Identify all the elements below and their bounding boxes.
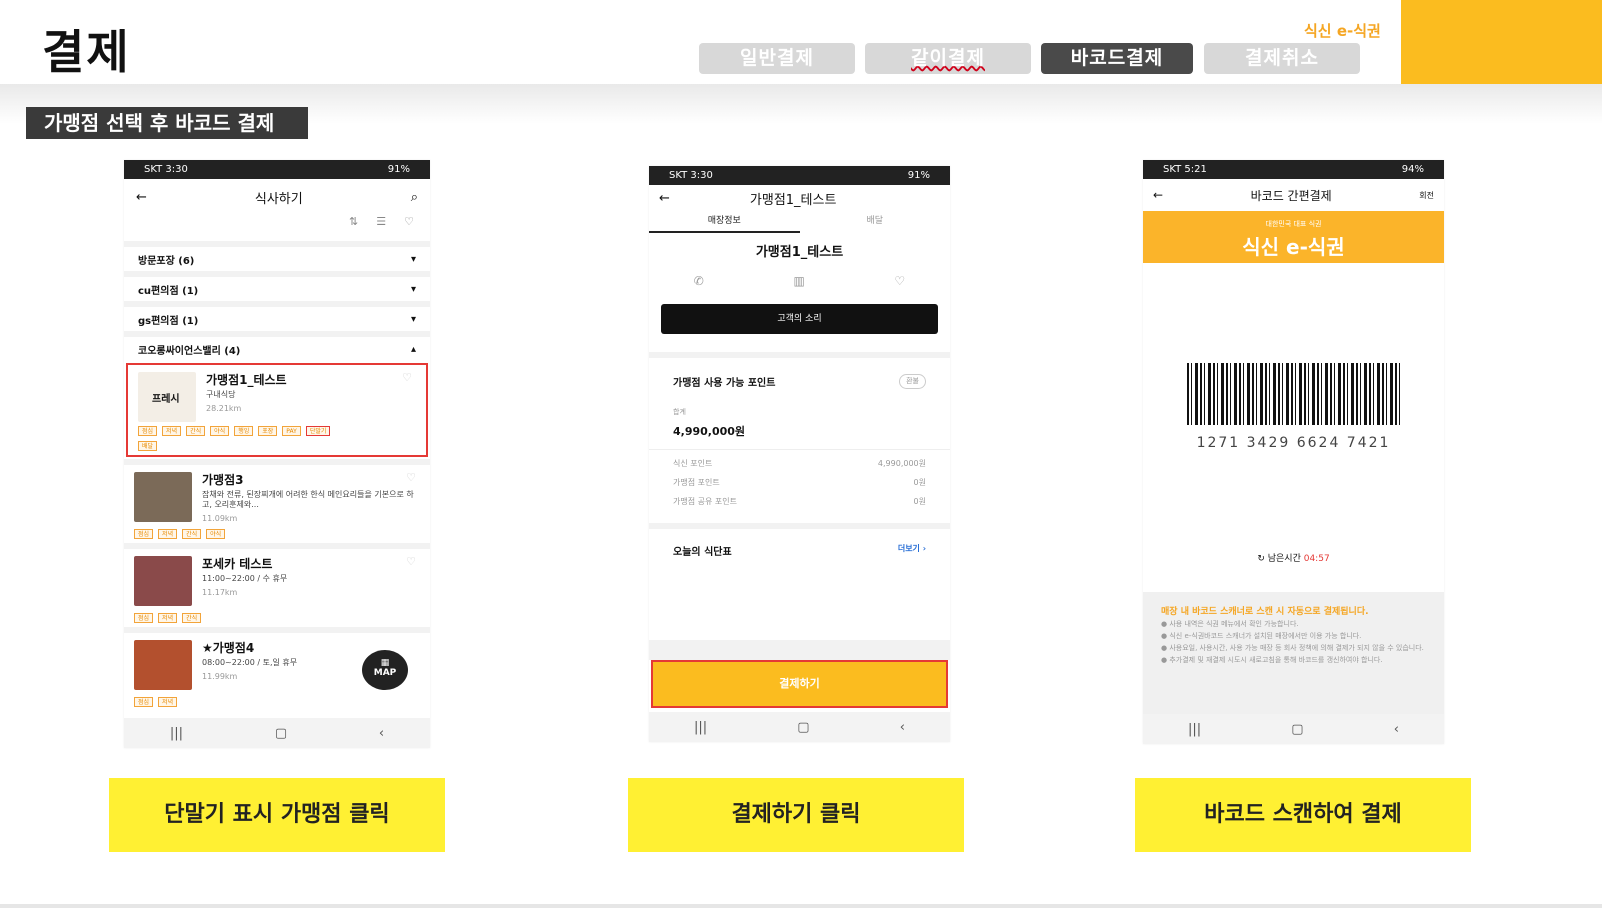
map-icon: ▦ bbox=[380, 658, 390, 668]
store-thumbnail bbox=[134, 556, 192, 606]
tab-delivery[interactable]: 배달 bbox=[800, 211, 951, 233]
refund-badge[interactable]: 환불 bbox=[899, 374, 926, 389]
customer-voice-button[interactable]: 고객의 소리 bbox=[661, 304, 938, 334]
store-thumbnail bbox=[134, 472, 192, 522]
tab-general-payment[interactable]: 일반결제 bbox=[699, 43, 855, 74]
tab-payment-cancel[interactable]: 결제취소 bbox=[1204, 43, 1360, 74]
home-icon[interactable]: ▢ bbox=[275, 726, 287, 741]
map-icon[interactable]: ▥ bbox=[793, 274, 804, 288]
chevron-down-icon: ▾ bbox=[410, 313, 416, 325]
tag-list: 점심 저녁 간식 야식 행잉 포장 PAY 단말기 배달 bbox=[138, 426, 338, 451]
barcode-image bbox=[1186, 363, 1401, 425]
category-row[interactable]: cu편의점 (1) ▾ bbox=[124, 271, 430, 301]
app-header: ← 바코드 간편결제 회전 bbox=[1143, 179, 1444, 211]
heart-icon[interactable]: ♡ bbox=[402, 371, 412, 384]
notice-box: 매장 내 바코드 스캐너로 스캔 시 자동으로 결제됩니다. ● 사용 내역은 … bbox=[1143, 592, 1444, 714]
barcode-number: 1271 3429 6624 7421 bbox=[1196, 435, 1391, 451]
status-bar: SKT 3:30 91% bbox=[649, 166, 950, 185]
step-caption-2: 결제하기 클릭 bbox=[628, 778, 964, 852]
more-link[interactable]: 더보기 › bbox=[898, 543, 926, 558]
app-header: ← 식사하기 ⌕ bbox=[124, 179, 430, 215]
screen-title: 바코드 간편결제 bbox=[1250, 188, 1332, 203]
android-nav-bar: ||| ▢ ‹ bbox=[124, 718, 430, 748]
page-title: 결제 bbox=[42, 25, 131, 79]
search-icon[interactable]: ⌕ bbox=[411, 190, 418, 205]
brand-banner: 대한민국 대표 식권 식신 e-식권 bbox=[1143, 211, 1444, 263]
sort-icon[interactable]: ⇅ bbox=[349, 215, 358, 241]
action-icons: ✆ ▥ ♡ bbox=[649, 274, 950, 288]
tag-list: 점심 저녁 간식 야식 bbox=[134, 529, 334, 539]
app-header: ← 가맹점1_테스트 bbox=[649, 185, 950, 211]
back-arrow-icon[interactable]: ← bbox=[1153, 188, 1163, 202]
phone-screen-store-detail: SKT 3:30 91% ← 가맹점1_테스트 매장정보 배달 가맹점1_테스트 … bbox=[649, 166, 950, 742]
back-arrow-icon[interactable]: ← bbox=[136, 190, 147, 205]
points-row: 가맹점 포인트 0원 bbox=[673, 478, 926, 487]
heart-icon[interactable]: ♡ bbox=[406, 555, 416, 568]
rotate-button[interactable]: 회전 bbox=[1419, 190, 1434, 201]
phone-icon[interactable]: ✆ bbox=[694, 274, 704, 288]
home-icon[interactable]: ▢ bbox=[1291, 722, 1303, 737]
store-thumbnail bbox=[134, 640, 192, 690]
step-caption-3: 바코드 스캔하여 결제 bbox=[1135, 778, 1471, 852]
remaining-time: ↻ 남은시간 04:57 bbox=[1257, 554, 1330, 564]
heart-icon[interactable]: ♡ bbox=[404, 215, 414, 241]
store-item[interactable]: 가맹점3 잡채와 전류, 된장찌개에 어려한 한식 메인요리들을 기본으로 하고… bbox=[124, 459, 430, 543]
store-item[interactable]: 포세카 테스트 11:00~22:00 / 수 휴무 11.17km ♡ 점심 저… bbox=[124, 543, 430, 627]
chevron-up-icon: ▴ bbox=[410, 343, 416, 355]
heart-icon[interactable]: ♡ bbox=[894, 274, 905, 288]
brand-logo: 식신 e-식권 bbox=[1304, 22, 1381, 40]
home-icon[interactable]: ▢ bbox=[797, 720, 809, 735]
map-button[interactable]: ▦ MAP bbox=[362, 650, 408, 690]
pay-button[interactable]: 결제하기 bbox=[651, 660, 948, 708]
screen-title: 가맹점1_테스트 bbox=[749, 192, 837, 208]
refresh-icon[interactable]: ↻ bbox=[1257, 554, 1265, 564]
toolbar: ⇅ ☰ ♡ bbox=[124, 215, 430, 241]
status-bar: SKT 5:21 94% bbox=[1143, 160, 1444, 179]
today-menu-row: 오늘의 식단표 더보기 › bbox=[649, 523, 950, 572]
total-label: 합계 bbox=[673, 408, 686, 416]
tab-barcode-payment[interactable]: 바코드결제 bbox=[1041, 43, 1193, 74]
screen-title: 식사하기 bbox=[254, 191, 303, 207]
android-nav-bar: ||| ▢ ‹ bbox=[1143, 714, 1444, 744]
chevron-down-icon: ▾ bbox=[410, 253, 416, 265]
tab-group-payment[interactable]: 같이결제 bbox=[865, 43, 1031, 74]
divider bbox=[649, 640, 950, 660]
total-value: 4,990,000원 bbox=[673, 425, 746, 438]
heart-icon[interactable]: ♡ bbox=[406, 471, 416, 484]
terminal-tag: 단말기 bbox=[305, 426, 331, 436]
status-bar: SKT 3:30 91% bbox=[124, 160, 430, 179]
store-name: 가맹점1_테스트 bbox=[755, 245, 844, 260]
store-thumbnail: 프레시 bbox=[138, 372, 196, 422]
tag-list: 점심 저녁 bbox=[134, 697, 334, 707]
points-row: 가맹점 공유 포인트 0원 bbox=[673, 497, 926, 506]
corner-accent bbox=[1401, 0, 1602, 84]
android-nav-bar: ||| ▢ ‹ bbox=[649, 712, 950, 742]
points-breakdown: 식신 포인트 4,990,000원 가맹점 포인트 0원 가맹점 공유 포인트 0원 bbox=[649, 449, 950, 515]
category-row[interactable]: 코오롱싸이언스밸리 (4) ▴ bbox=[124, 331, 430, 361]
category-row[interactable]: 방문포장 (6) ▾ bbox=[124, 241, 430, 271]
recent-apps-icon[interactable]: ||| bbox=[170, 726, 183, 741]
footer-divider bbox=[0, 904, 1602, 908]
section-label: 가맹점 선택 후 바코드 결제 bbox=[26, 107, 308, 139]
step-caption-1: 단말기 표시 가맹점 클릭 bbox=[109, 778, 445, 852]
back-arrow-icon[interactable]: ← bbox=[659, 191, 670, 206]
points-header: 가맹점 사용 가능 포인트 환불 bbox=[649, 358, 950, 389]
back-icon[interactable]: ‹ bbox=[379, 726, 384, 741]
tab-store-info[interactable]: 매장정보 bbox=[649, 211, 800, 233]
back-icon[interactable]: ‹ bbox=[900, 720, 905, 735]
chevron-down-icon: ▾ bbox=[410, 283, 416, 295]
phone-screen-barcode: SKT 5:21 94% ← 바코드 간편결제 회전 대한민국 대표 식권 식신 … bbox=[1143, 160, 1444, 744]
store-item-selected[interactable]: 프레시 가맹점1_테스트 구내식당 28.21km ♡ 점심 저녁 간식 야식 행잉 포장… bbox=[126, 363, 428, 457]
category-row[interactable]: gs편의점 (1) ▾ bbox=[124, 301, 430, 331]
points-row: 식신 포인트 4,990,000원 bbox=[673, 459, 926, 468]
phone-screen-store-list: SKT 3:30 91% ← 식사하기 ⌕ ⇅ ☰ ♡ 방문포장 (6) ▾ cu편… bbox=[124, 160, 430, 748]
back-icon[interactable]: ‹ bbox=[1394, 722, 1399, 737]
tag-list: 점심 저녁 간식 bbox=[134, 613, 334, 623]
recent-apps-icon[interactable]: ||| bbox=[694, 720, 707, 735]
filter-icon[interactable]: ☰ bbox=[376, 215, 386, 241]
detail-tabs: 매장정보 배달 bbox=[649, 211, 950, 233]
recent-apps-icon[interactable]: ||| bbox=[1188, 722, 1201, 737]
